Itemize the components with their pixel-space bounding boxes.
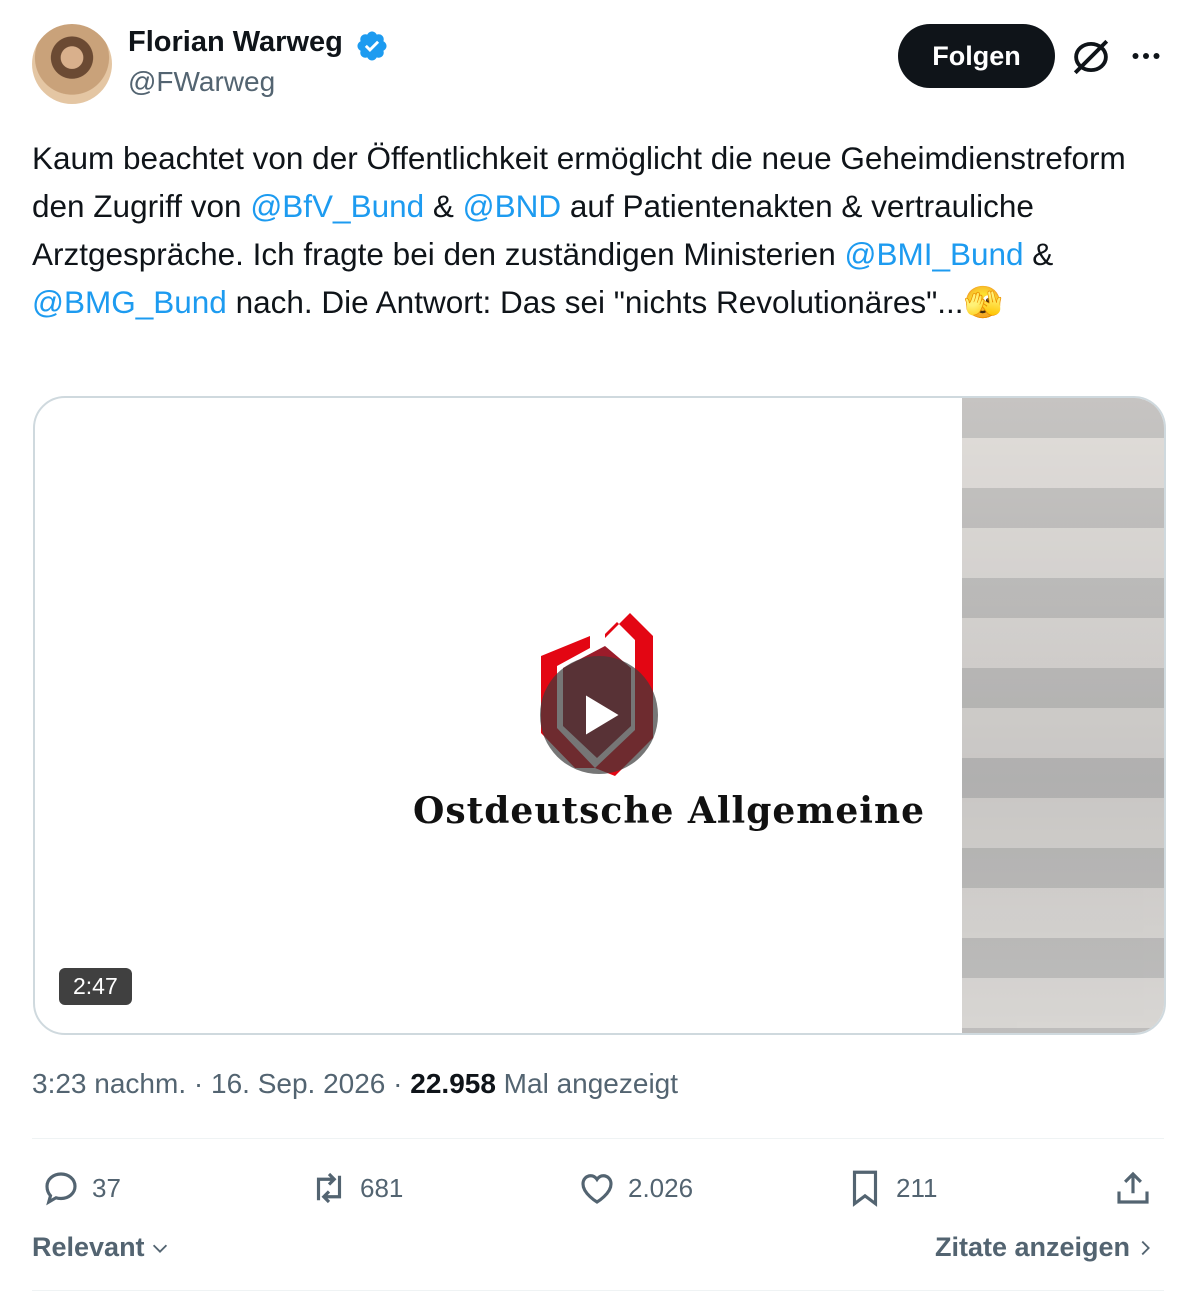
heart-icon (581, 1174, 613, 1204)
tweet-text-part: nach. Die Antwort: Das sei "nichts Revol… (226, 284, 964, 320)
grok-icon[interactable] (1070, 36, 1112, 78)
avatar[interactable] (32, 24, 112, 104)
like-button[interactable]: 2.026 (576, 1166, 693, 1210)
verified-badge-icon (357, 31, 387, 61)
tweet-time[interactable]: 3:23 nachm. (32, 1068, 186, 1099)
reply-count: 37 (92, 1172, 121, 1203)
tweet-date[interactable]: 16. Sep. 2026 (211, 1068, 385, 1099)
follow-button[interactable]: Folgen (898, 24, 1055, 88)
chevron-right-icon (1141, 1240, 1151, 1255)
share-icon (1117, 1171, 1149, 1204)
bookmark-icon (852, 1170, 878, 1207)
author-handle[interactable]: @FWarweg (128, 66, 275, 98)
repost-icon (316, 1172, 342, 1204)
repost-button[interactable]: 681 (308, 1166, 403, 1210)
quotes-label: Zitate anzeigen (935, 1232, 1131, 1262)
sort-label: Relevant (32, 1232, 145, 1262)
face-peeking-emoji: 🫣 (963, 284, 1003, 320)
video-player[interactable]: Ostdeutsche Allgemeine 2:47 (33, 396, 1166, 1035)
play-button[interactable] (540, 656, 658, 774)
divider (32, 1138, 1164, 1139)
separator: · (385, 1068, 411, 1099)
reply-button[interactable]: 37 (40, 1166, 121, 1210)
reply-icon (45, 1172, 77, 1206)
share-button[interactable] (1112, 1166, 1154, 1210)
play-icon (586, 695, 619, 735)
author-name[interactable]: Florian Warweg (128, 26, 343, 59)
tweet-text-part: & (1023, 236, 1054, 272)
video-duration: 2:47 (59, 968, 132, 1005)
tweet-text-part: & (424, 188, 463, 224)
separator: · (186, 1068, 211, 1099)
tweet-text: Kaum beachtet von der Öffentlichkeit erm… (32, 134, 1167, 326)
mention-bmg[interactable]: @BMG_Bund (32, 284, 227, 320)
video-background-image (962, 398, 1164, 1033)
bookmark-button[interactable]: 211 (844, 1166, 937, 1210)
mention-bmi[interactable]: @BMI_Bund (844, 236, 1023, 272)
like-count: 2.026 (628, 1172, 694, 1203)
view-label: Mal angezeigt (495, 1068, 679, 1099)
mention-bnd[interactable]: @BND (463, 188, 561, 224)
quotes-link[interactable]: Zitate anzeigen (935, 1232, 1156, 1263)
bookmark-count: 211 (896, 1172, 938, 1203)
mention-bfv[interactable]: @BfV_Bund (250, 188, 424, 224)
sort-dropdown[interactable]: Relevant (32, 1232, 171, 1263)
tweet-meta: 3:23 nachm. · 16. Sep. 2026 · 22.958 Mal… (32, 1068, 678, 1100)
video-brand-text: Ostdeutsche Allgemeine (413, 790, 926, 832)
more-icon[interactable] (1128, 38, 1164, 74)
divider (32, 1290, 1164, 1291)
view-count: 22.958 (410, 1068, 496, 1099)
chevron-down-icon (152, 1244, 167, 1253)
repost-count: 681 (360, 1172, 404, 1203)
